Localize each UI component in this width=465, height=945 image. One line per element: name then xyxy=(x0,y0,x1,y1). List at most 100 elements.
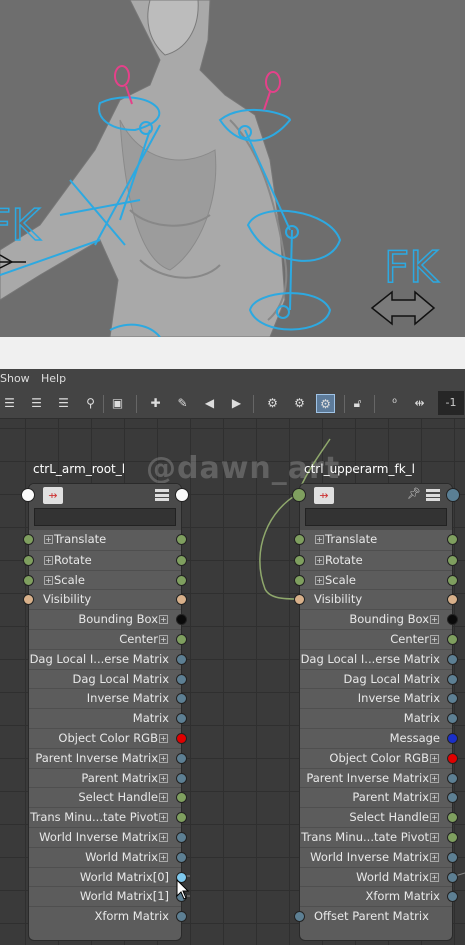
expand-icon[interactable]: + xyxy=(430,634,439,644)
attribute-input-port[interactable] xyxy=(23,594,34,606)
attribute-row[interactable]: Center + xyxy=(300,628,458,649)
attribute-input-port[interactable] xyxy=(23,534,34,545)
layout-icon[interactable]: ☰ xyxy=(0,394,19,413)
expand-icon[interactable]: + xyxy=(44,555,53,565)
node-output-port[interactable] xyxy=(175,488,189,502)
edit-node-icon[interactable]: ✎ xyxy=(173,394,192,413)
expand-icon[interactable]: + xyxy=(159,793,168,803)
attribute-output-port[interactable] xyxy=(447,653,458,665)
expand-icon[interactable]: + xyxy=(159,832,168,842)
attribute-row[interactable]: Select Handle + xyxy=(300,807,458,827)
node-ctrl-arm-root[interactable]: ctrL_arm_root_l ⇸ + Translate + Rotate + Scal… xyxy=(21,462,189,941)
attribute-row[interactable]: Parent Matrix + xyxy=(300,787,458,807)
expand-icon[interactable]: + xyxy=(159,813,168,823)
attribute-row[interactable]: Dag Local I...erse Matrix xyxy=(300,648,458,669)
pin-icon[interactable]: 📌︎ xyxy=(407,487,421,500)
attribute-output-port[interactable] xyxy=(447,534,458,545)
attribute-row[interactable]: Parent Matrix + xyxy=(29,767,187,788)
attribute-input-port[interactable] xyxy=(294,554,305,566)
attribute-output-port[interactable] xyxy=(447,772,458,784)
attribute-row[interactable]: Message xyxy=(300,727,458,748)
attribute-output-port[interactable] xyxy=(447,871,458,883)
attribute-row[interactable]: Select Handle + xyxy=(29,787,187,807)
attribute-output-port[interactable] xyxy=(176,772,187,784)
node-menu-icon[interactable] xyxy=(426,489,440,501)
attribute-row[interactable]: Visibility xyxy=(23,589,187,609)
attribute-output-port[interactable] xyxy=(447,831,458,843)
expand-icon[interactable]: + xyxy=(315,555,324,565)
attribute-row[interactable]: + Scale xyxy=(23,569,187,590)
add-node-icon[interactable]: ✚ xyxy=(146,394,165,413)
lock-icon[interactable]: 🔓︎ xyxy=(348,394,367,413)
attribute-row[interactable]: Xform Matrix xyxy=(29,906,187,926)
expand-icon[interactable]: + xyxy=(159,733,168,743)
expand-icon[interactable]: + xyxy=(430,852,439,862)
node-output-port[interactable] xyxy=(446,488,460,502)
attribute-filter-input[interactable] xyxy=(34,508,176,526)
menu-help[interactable]: Help xyxy=(41,372,66,385)
next-icon[interactable]: ▶ xyxy=(227,394,246,413)
3d-viewport[interactable]: FK FK xyxy=(0,0,465,337)
attribute-row[interactable]: + Translate xyxy=(294,530,458,550)
attribute-row[interactable]: Parent Inverse Matrix + xyxy=(300,767,458,788)
expand-icon[interactable]: + xyxy=(430,832,439,842)
attribute-row[interactable]: Visibility xyxy=(294,589,458,609)
attribute-row[interactable]: World Inverse Matrix + xyxy=(300,846,458,867)
attribute-row[interactable]: + Rotate xyxy=(294,549,458,570)
prev-icon[interactable]: ◀ xyxy=(200,394,219,413)
attribute-row[interactable]: Bounding Box + xyxy=(29,609,187,629)
node-input-port[interactable] xyxy=(292,488,306,502)
node-ctrl-upperarm-fk[interactable]: ctrl_upperarm_fk_l ⇸ 📌︎ + Translate + Rotat… xyxy=(292,462,460,941)
expand-icon[interactable]: + xyxy=(430,793,439,803)
attribute-output-port[interactable] xyxy=(176,831,187,843)
attribute-output-port[interactable] xyxy=(176,851,187,863)
expand-icon[interactable]: + xyxy=(430,753,439,763)
spread-icon[interactable]: ⇹ xyxy=(410,394,429,413)
node-editor-canvas[interactable]: @dawn_art ctrL_arm_root_l ⇸ + Translate + R… xyxy=(0,419,465,945)
attribute-input-port[interactable] xyxy=(294,534,305,545)
attribute-output-port[interactable] xyxy=(176,633,187,645)
attribute-output-port[interactable] xyxy=(447,673,458,685)
expand-icon[interactable]: + xyxy=(159,615,168,625)
attribute-row[interactable]: Dag Local Matrix xyxy=(29,668,187,689)
attribute-row[interactable]: World Matrix + xyxy=(300,866,458,887)
attribute-output-port[interactable] xyxy=(176,554,187,566)
attribute-output-port[interactable] xyxy=(176,574,187,586)
attribute-input-port[interactable] xyxy=(294,594,305,606)
expand-icon[interactable]: + xyxy=(430,773,439,783)
attribute-row[interactable]: Offset Parent Matrix xyxy=(294,906,452,926)
output-connections-icon[interactable]: ⚙ xyxy=(290,394,309,413)
search-icon[interactable]: ⚲ xyxy=(81,394,100,413)
attribute-output-port[interactable] xyxy=(176,534,187,545)
expand-icon[interactable]: + xyxy=(159,634,168,644)
expand-icon[interactable]: + xyxy=(159,852,168,862)
attribute-output-port[interactable] xyxy=(176,673,187,685)
attribute-input-port[interactable] xyxy=(23,554,34,566)
attribute-output-port[interactable] xyxy=(447,554,458,566)
list-icon[interactable]: ☰ xyxy=(27,394,46,413)
expand-icon[interactable]: + xyxy=(44,535,53,544)
expand-icon[interactable]: + xyxy=(430,615,439,625)
attribute-output-port[interactable] xyxy=(447,633,458,645)
attribute-row[interactable]: + Rotate xyxy=(23,549,187,570)
attribute-input-port[interactable] xyxy=(23,574,34,586)
attribute-row[interactable]: World Matrix[1] xyxy=(29,886,187,906)
attribute-row[interactable]: Object Color RGB + xyxy=(29,727,187,748)
attribute-row[interactable]: World Matrix + xyxy=(29,846,187,867)
expand-icon[interactable]: + xyxy=(430,813,439,823)
attribute-row[interactable]: + Scale xyxy=(294,569,458,590)
columns-icon[interactable]: ☰ xyxy=(54,394,73,413)
attribute-output-port[interactable] xyxy=(176,653,187,665)
expand-icon[interactable]: + xyxy=(315,575,324,585)
node-menu-icon[interactable] xyxy=(155,489,169,501)
zero-icon[interactable]: ⁰ xyxy=(385,394,404,413)
attribute-output-port[interactable] xyxy=(447,851,458,863)
attribute-input-port[interactable] xyxy=(294,574,305,586)
input-connections-icon[interactable]: ⚙ xyxy=(263,394,282,413)
frame-icon[interactable]: ▣ xyxy=(108,394,127,413)
attribute-row[interactable]: Object Color RGB + xyxy=(300,747,458,768)
zoom-field[interactable]: -1 xyxy=(438,391,464,415)
node-input-port[interactable] xyxy=(21,488,35,502)
expand-icon[interactable]: + xyxy=(430,872,439,882)
attribute-output-port[interactable] xyxy=(176,752,187,764)
